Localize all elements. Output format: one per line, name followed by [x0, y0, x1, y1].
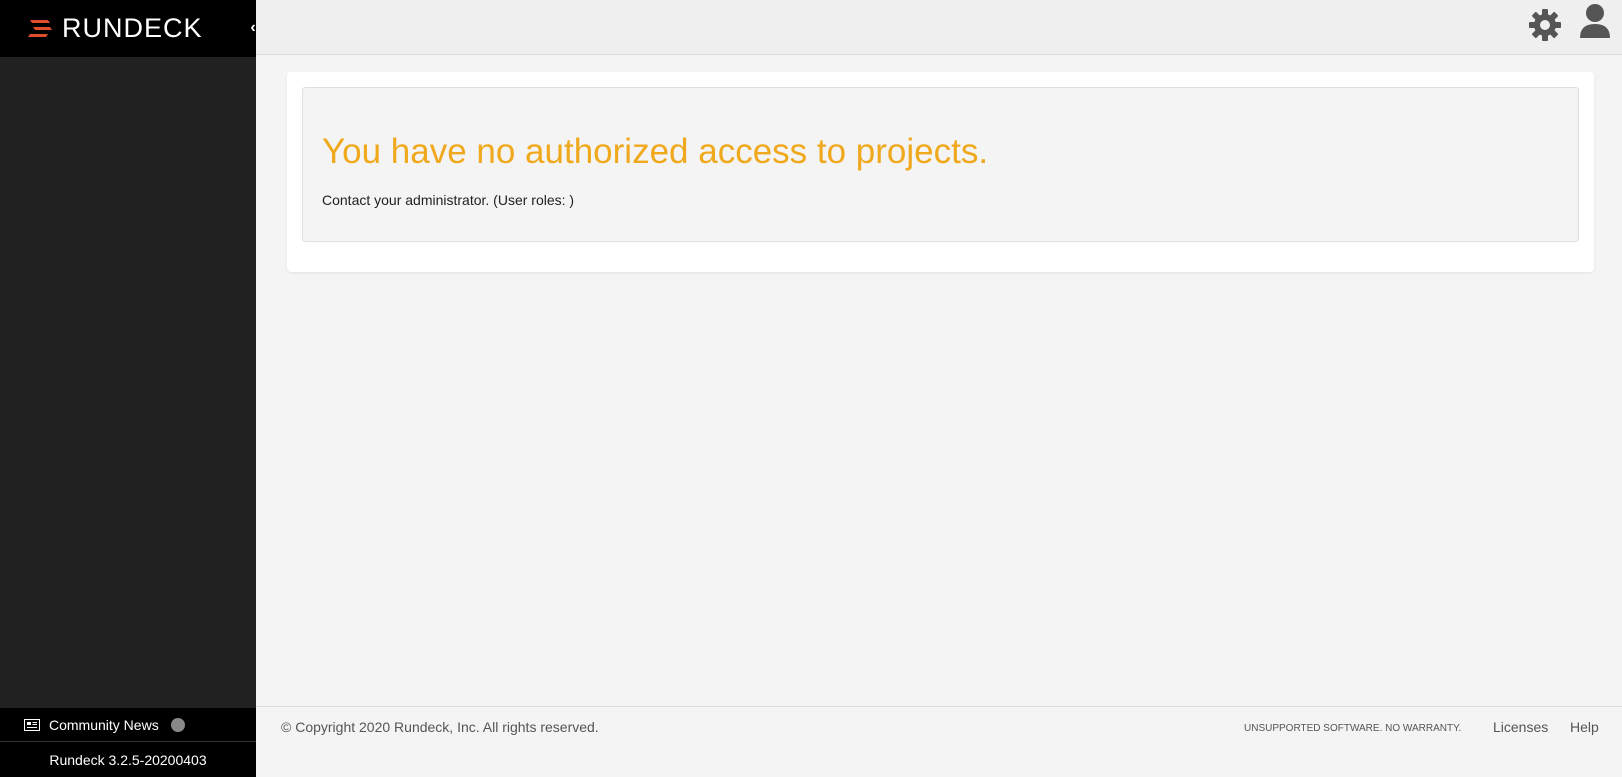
page-footer: © Copyright 2020 Rundeck, Inc. All right…	[256, 706, 1622, 777]
top-navbar	[256, 0, 1622, 55]
sidebar-footer: Community News Rundeck 3.2.5-20200403	[0, 708, 256, 777]
brand-header[interactable]: RUNDECK	[0, 0, 256, 57]
version-label: Rundeck 3.2.5-20200403	[49, 752, 207, 768]
gear-icon[interactable]	[1528, 8, 1562, 42]
alert-text: Contact your administrator. (User roles:…	[322, 192, 575, 208]
alert-title: You have no authorized access to project…	[322, 132, 989, 171]
main-card: You have no authorized access to project…	[287, 72, 1594, 272]
news-status-dot	[170, 717, 185, 732]
help-link[interactable]: Help	[1570, 719, 1599, 735]
licenses-link[interactable]: Licenses	[1493, 719, 1548, 735]
no-access-alert: You have no authorized access to project…	[302, 87, 1579, 242]
community-news-label: Community News	[49, 716, 159, 733]
brand-name: RUNDECK	[62, 13, 203, 43]
newspaper-icon	[24, 718, 40, 731]
warranty-text: Unsupported Software. No Warranty.	[1244, 723, 1462, 734]
community-news-link[interactable]: Community News	[0, 708, 256, 742]
copyright-text: © Copyright 2020 Rundeck, Inc. All right…	[281, 719, 599, 735]
user-icon[interactable]	[1578, 2, 1612, 40]
rundeck-logo-icon	[28, 20, 52, 37]
sidebar: RUNDECK ‹ Community News Rundeck 3.2.5-2…	[0, 0, 272, 777]
